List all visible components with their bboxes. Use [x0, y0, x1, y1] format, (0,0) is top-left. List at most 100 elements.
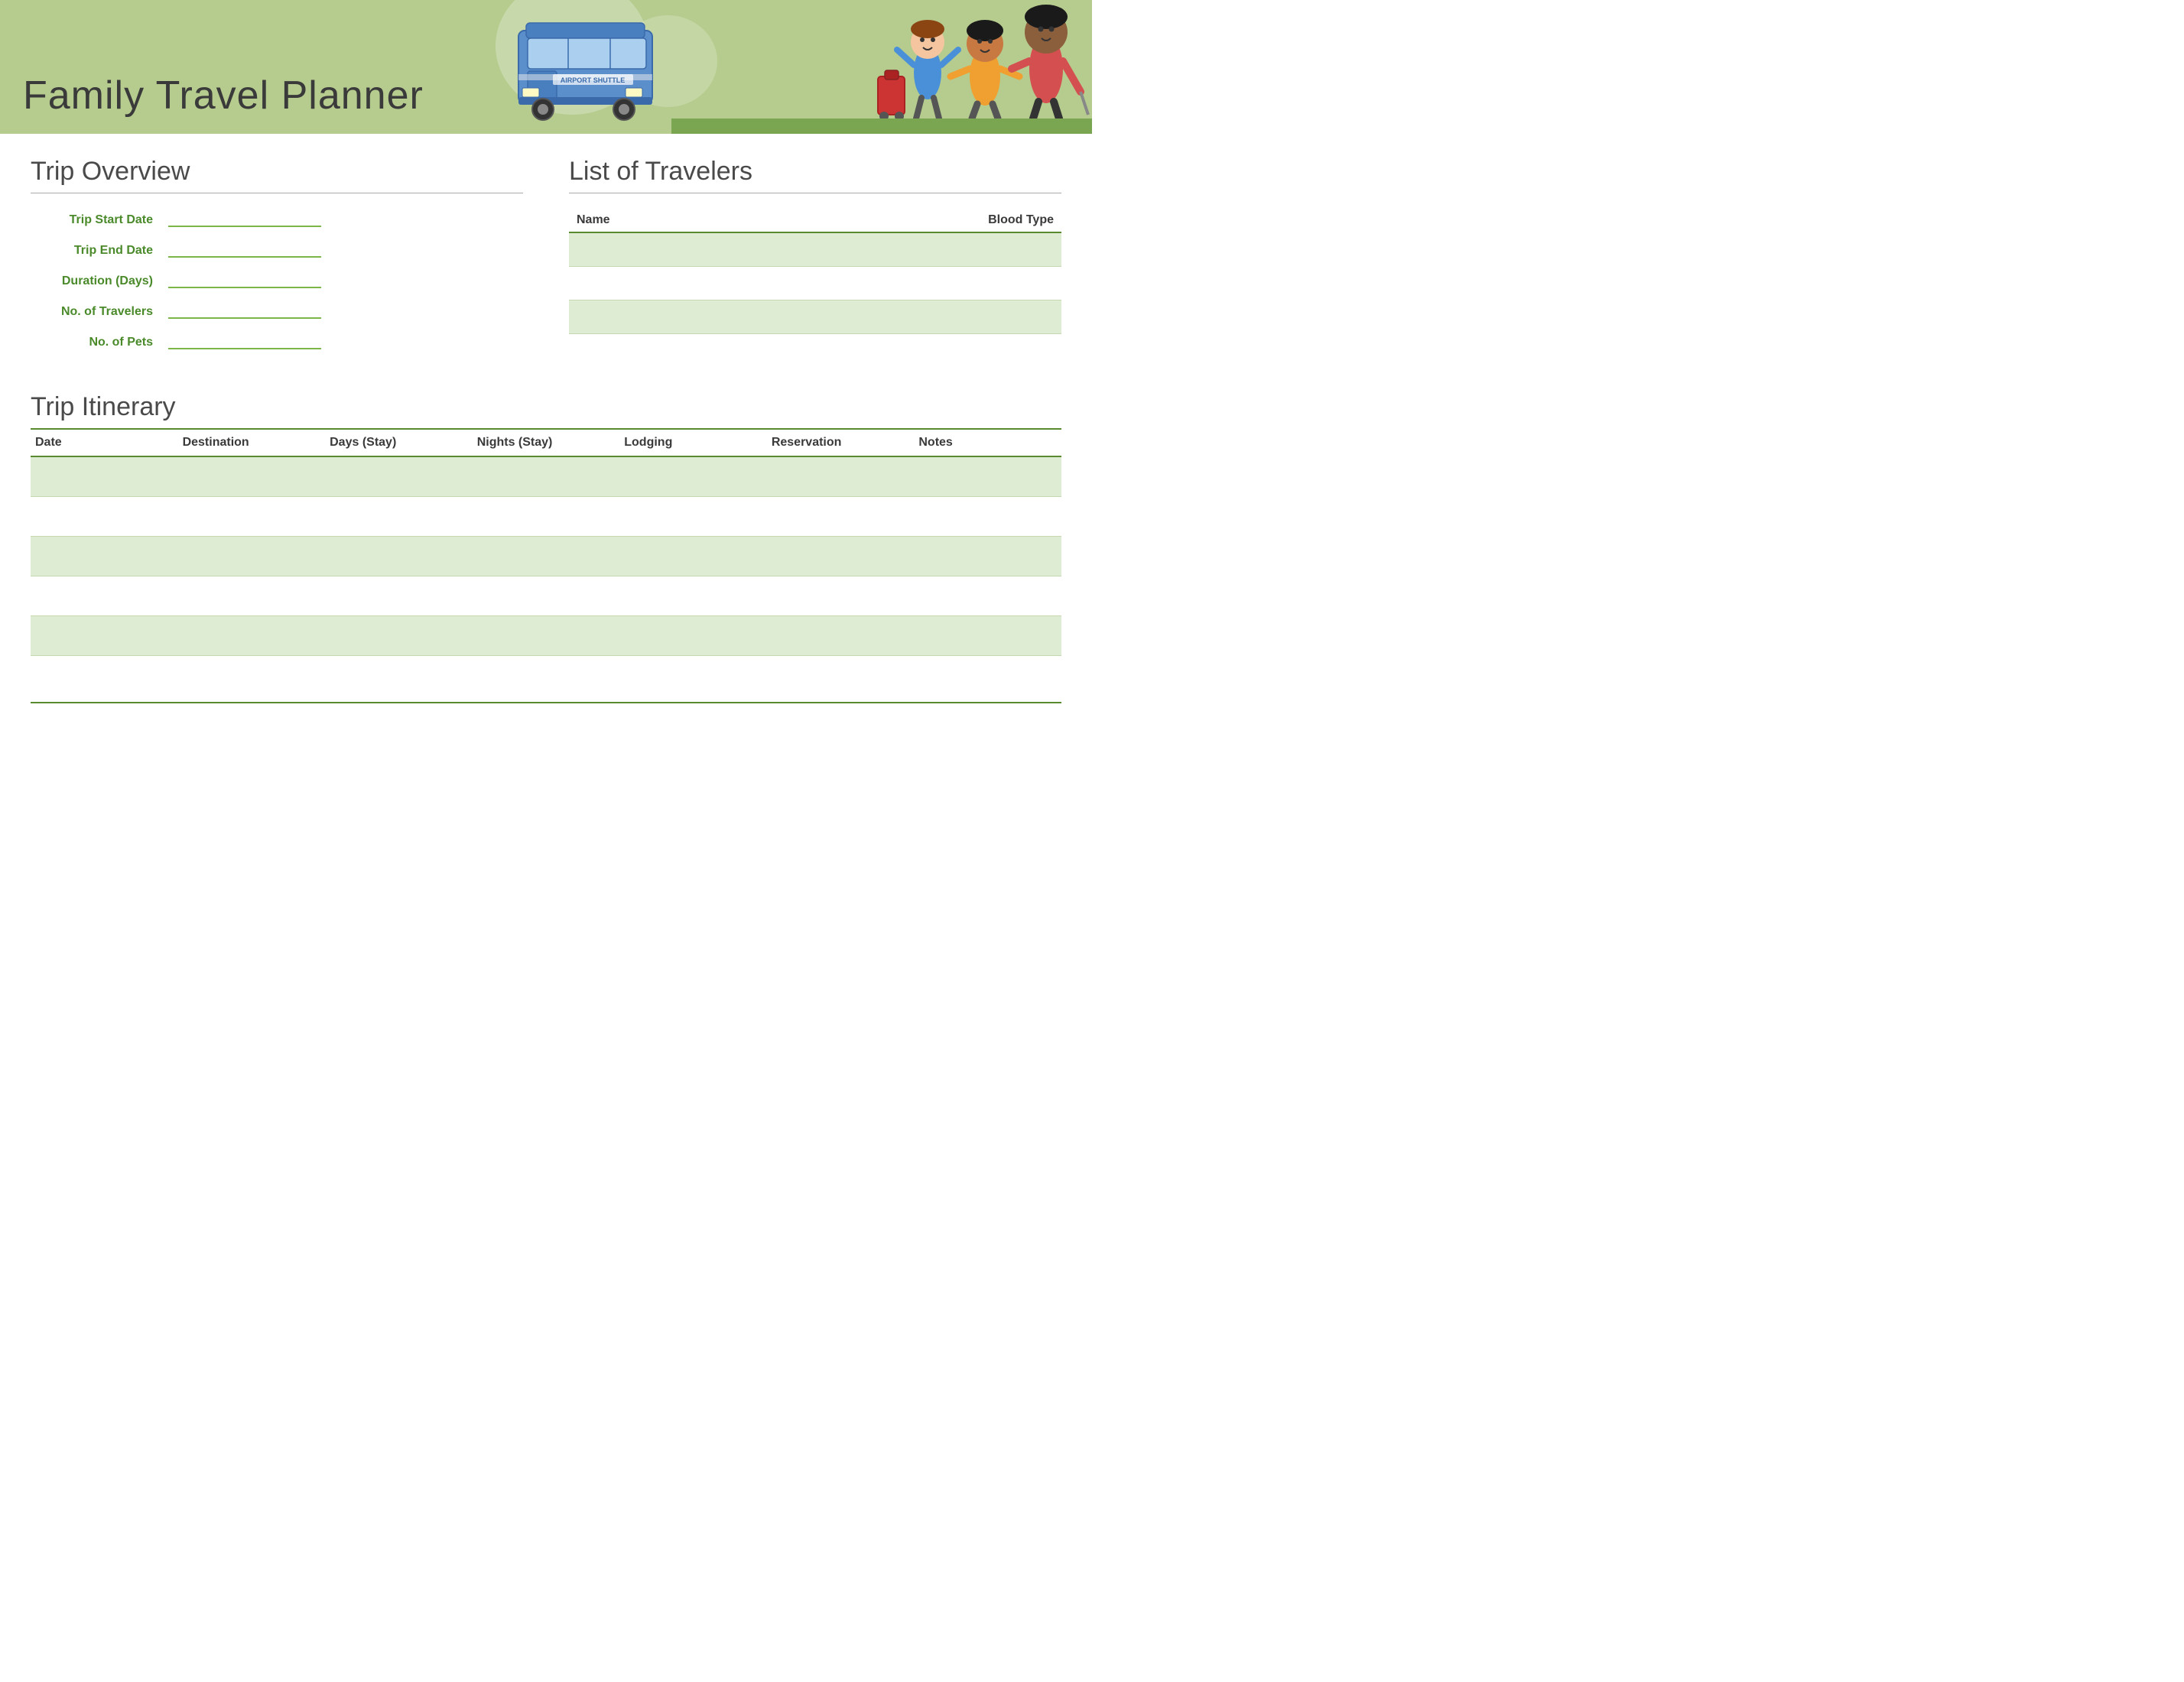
col-notes: Notes — [914, 429, 1061, 456]
itin-lodging-input[interactable] — [624, 470, 762, 482]
itin-lodging-cell[interactable] — [619, 615, 767, 655]
itin-date-input[interactable] — [35, 470, 174, 482]
col-reservation: Reservation — [767, 429, 915, 456]
traveler-blood-cell[interactable] — [815, 266, 1061, 300]
col-nights-stay: Nights (Stay) — [473, 429, 620, 456]
itin-dest-cell[interactable] — [178, 496, 326, 536]
itin-days-cell[interactable] — [325, 456, 473, 496]
itin-days-cell[interactable] — [325, 536, 473, 576]
itin-nights-cell[interactable] — [473, 576, 620, 615]
itin-date-input[interactable] — [35, 510, 174, 521]
itin-res-cell[interactable] — [767, 615, 915, 655]
itinerary-title: Trip Itinerary — [31, 392, 1061, 422]
itin-dest-cell[interactable] — [178, 615, 326, 655]
trip-start-date-row: Trip Start Date — [31, 209, 523, 227]
traveler-name-cell[interactable] — [569, 232, 815, 266]
itinerary-row — [31, 576, 1061, 615]
itin-notes-cell[interactable] — [914, 456, 1061, 496]
itin-date-cell[interactable] — [31, 615, 178, 655]
num-travelers-row: No. of Travelers — [31, 300, 523, 319]
num-travelers-input[interactable] — [168, 300, 321, 319]
itin-date-cell[interactable] — [31, 456, 178, 496]
traveler-name-input[interactable] — [577, 310, 808, 322]
traveler-blood-cell[interactable] — [815, 300, 1061, 333]
travelers-name-col: Name — [569, 209, 815, 232]
num-travelers-label: No. of Travelers — [31, 305, 168, 319]
itin-days-cell[interactable] — [325, 496, 473, 536]
itin-dest-cell[interactable] — [178, 576, 326, 615]
itin-notes-cell[interactable] — [914, 496, 1061, 536]
itin-lodging-cell[interactable] — [619, 456, 767, 496]
itin-notes-input[interactable] — [918, 470, 1057, 482]
itin-res-cell[interactable] — [767, 496, 915, 536]
svg-text:AIRPORT SHUTTLE: AIRPORT SHUTTLE — [561, 76, 626, 84]
itin-dest-cell[interactable] — [178, 536, 326, 576]
header: AIRPORT SHUTTLE — [0, 0, 1092, 134]
duration-row: Duration (Days) — [31, 270, 523, 288]
itin-days-cell[interactable] — [325, 576, 473, 615]
overview-travelers-section: Trip Overview Trip Start Date Trip End D… — [31, 157, 1061, 362]
bus-illustration: AIRPORT SHUTTLE — [511, 11, 664, 122]
num-pets-input[interactable] — [168, 331, 321, 349]
duration-label: Duration (Days) — [31, 274, 168, 288]
itin-lodging-cell[interactable] — [619, 536, 767, 576]
itin-res-cell[interactable] — [767, 456, 915, 496]
col-days-stay: Days (Stay) — [325, 429, 473, 456]
itinerary-row — [31, 456, 1061, 496]
itin-date-cell[interactable] — [31, 496, 178, 536]
travelers-bloodtype-col: Blood Type — [815, 209, 1061, 232]
col-lodging: Lodging — [619, 429, 767, 456]
num-pets-label: No. of Pets — [31, 336, 168, 349]
traveler-name-cell[interactable] — [569, 266, 815, 300]
travelers-title: List of Travelers — [569, 157, 1061, 187]
travelers-table: Name Blood Type — [569, 209, 1061, 334]
itin-days-cell[interactable] — [325, 615, 473, 655]
itin-nights-cell[interactable] — [473, 615, 620, 655]
travelers-header-row: Name Blood Type — [569, 209, 1061, 232]
traveler-name-input[interactable] — [577, 277, 808, 288]
trip-end-date-label: Trip End Date — [31, 244, 168, 258]
main-content: Trip Overview Trip Start Date Trip End D… — [0, 134, 1092, 679]
duration-input[interactable] — [168, 270, 321, 288]
traveler-blood-input[interactable] — [823, 243, 1054, 255]
traveler-blood-cell[interactable] — [815, 232, 1061, 266]
itin-res-cell[interactable] — [767, 536, 915, 576]
itin-dest-cell[interactable] — [178, 456, 326, 496]
traveler-blood-input[interactable] — [823, 277, 1054, 288]
trip-overview-section: Trip Overview Trip Start Date Trip End D… — [31, 157, 523, 362]
traveler-row — [569, 232, 1061, 266]
itin-notes-cell[interactable] — [914, 576, 1061, 615]
itin-lodging-cell[interactable] — [619, 496, 767, 536]
itin-nights-cell[interactable] — [473, 496, 620, 536]
traveler-name-input[interactable] — [577, 243, 808, 255]
itin-notes-cell[interactable] — [914, 615, 1061, 655]
travelers-section: List of Travelers Name Blood Type — [569, 157, 1061, 362]
trip-overview-title: Trip Overview — [31, 157, 523, 187]
itin-notes-cell[interactable] — [914, 536, 1061, 576]
itin-nights-input[interactable] — [477, 470, 616, 482]
trip-end-date-row: Trip End Date — [31, 239, 523, 258]
traveler-blood-input[interactable] — [823, 310, 1054, 322]
itin-nights-cell[interactable] — [473, 536, 620, 576]
itinerary-row — [31, 536, 1061, 576]
trip-start-date-label: Trip Start Date — [31, 213, 168, 227]
itin-res-input[interactable] — [772, 470, 910, 482]
trip-start-date-input[interactable] — [168, 209, 321, 227]
itin-nights-cell[interactable] — [473, 456, 620, 496]
traveler-name-cell[interactable] — [569, 300, 815, 333]
itin-dest-input[interactable] — [183, 470, 321, 482]
itin-days-input[interactable] — [330, 470, 468, 482]
itin-date-cell[interactable] — [31, 576, 178, 615]
itinerary-row — [31, 615, 1061, 655]
traveler-row — [569, 266, 1061, 300]
people-illustration — [671, 0, 1092, 134]
itinerary-section: Trip Itinerary Date Destination Days (St… — [31, 392, 1061, 656]
itin-res-cell[interactable] — [767, 576, 915, 615]
num-pets-row: No. of Pets — [31, 331, 523, 349]
itinerary-header-row: Date Destination Days (Stay) Nights (Sta… — [31, 429, 1061, 456]
itinerary-row — [31, 496, 1061, 536]
trip-end-date-input[interactable] — [168, 239, 321, 258]
itin-lodging-cell[interactable] — [619, 576, 767, 615]
col-date: Date — [31, 429, 178, 456]
itin-date-cell[interactable] — [31, 536, 178, 576]
